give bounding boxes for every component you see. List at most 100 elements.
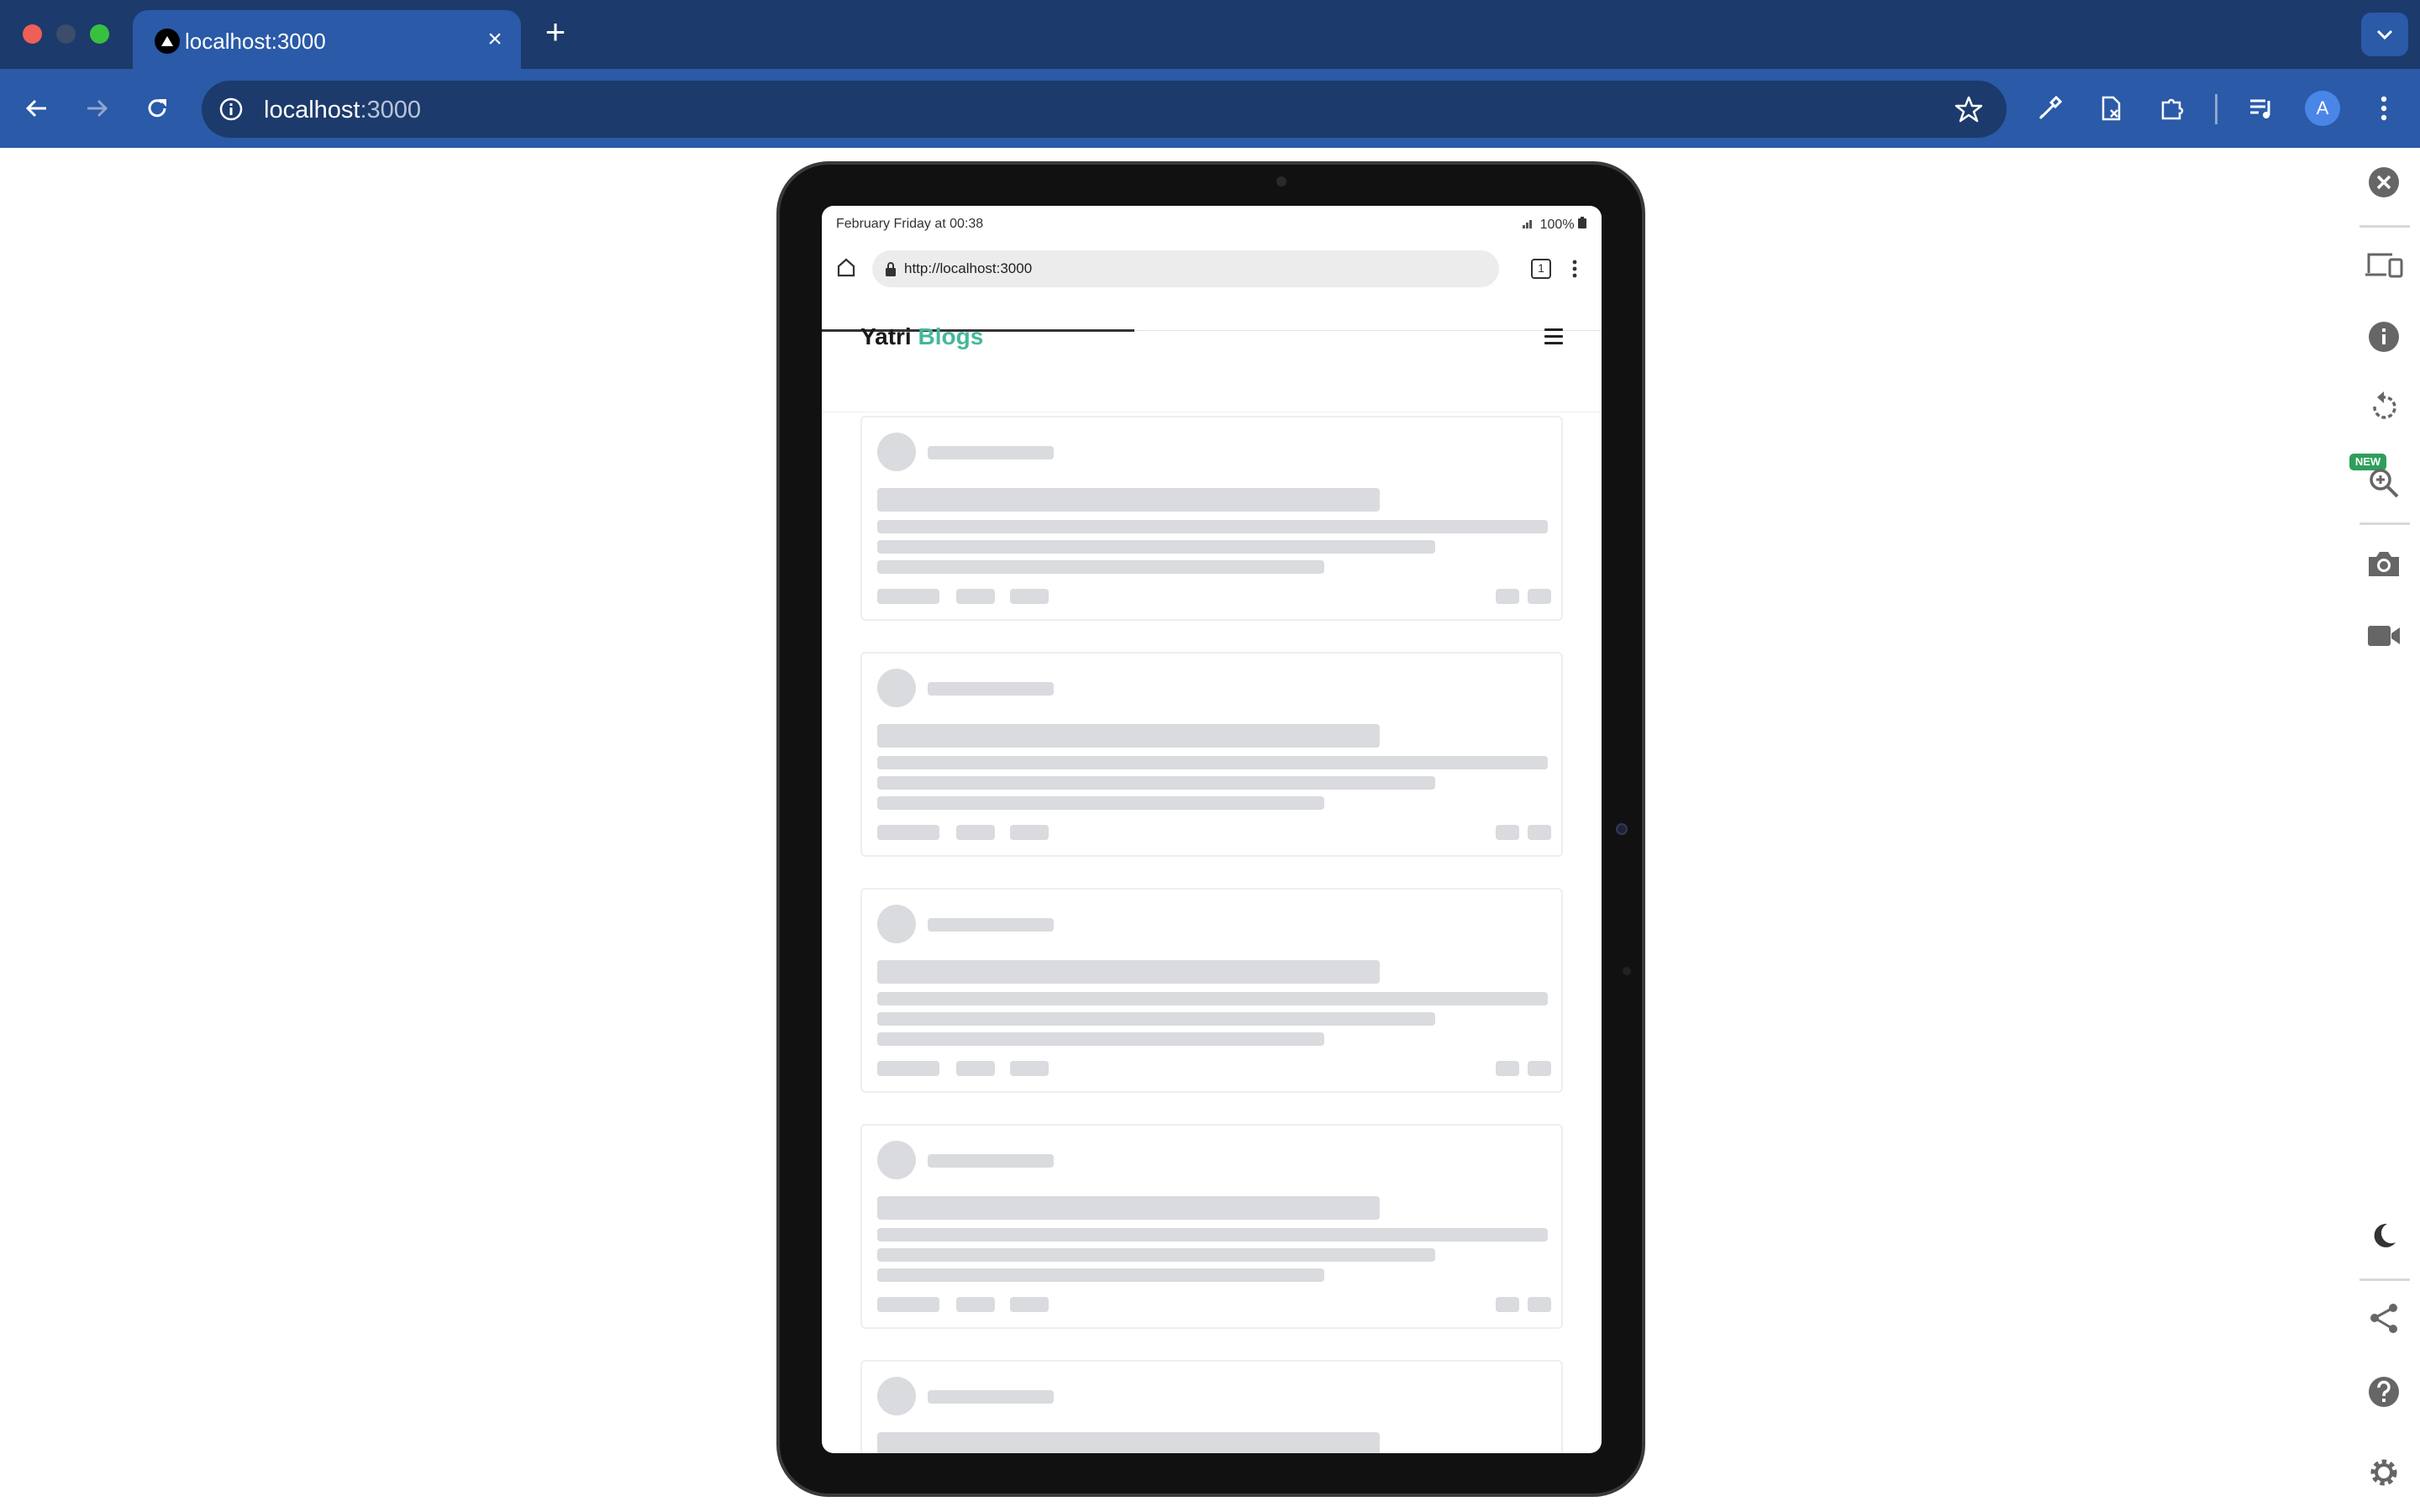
front-camera-icon xyxy=(1276,176,1286,186)
skeleton-tag xyxy=(956,1297,995,1312)
profile-avatar[interactable]: A xyxy=(2305,91,2340,126)
devices-icon[interactable] xyxy=(2363,244,2405,286)
skeleton-tag xyxy=(956,825,995,840)
back-button[interactable] xyxy=(16,87,58,129)
status-time: February Friday at 00:38 xyxy=(836,217,984,231)
reload-button[interactable] xyxy=(136,87,178,129)
skeleton-tag xyxy=(1010,825,1049,840)
skeleton-title xyxy=(877,488,1380,512)
device-screen: February Friday at 00:38 100% http://loc… xyxy=(822,206,1602,1453)
address-text[interactable]: localhost:3000 xyxy=(264,97,421,124)
sidebar-separator xyxy=(2360,225,2410,228)
site-info-icon[interactable] xyxy=(213,92,249,127)
camera-icon[interactable] xyxy=(2363,543,2405,585)
skeleton-action xyxy=(1496,1061,1519,1076)
info-icon[interactable] xyxy=(2363,316,2405,358)
eyedropper-extension-icon[interactable] xyxy=(2028,87,2070,129)
logo-accent-text: Blogs xyxy=(918,323,984,349)
side-sensor-icon xyxy=(1616,823,1628,835)
hamburger-menu-icon[interactable] xyxy=(1544,328,1563,345)
site-logo[interactable]: Yatri Blogs xyxy=(860,323,983,350)
mobile-menu-icon[interactable] xyxy=(1571,256,1578,281)
skeleton-tag xyxy=(1010,1297,1049,1312)
moon-icon[interactable] xyxy=(2363,1215,2405,1257)
skeleton-line xyxy=(877,1012,1435,1026)
zoom-icon[interactable] xyxy=(2363,460,2405,502)
video-icon[interactable] xyxy=(2363,615,2405,657)
skeleton-line xyxy=(877,1228,1548,1242)
help-icon[interactable] xyxy=(2363,1371,2405,1413)
skeleton-author xyxy=(928,1154,1054,1168)
skeleton-avatar xyxy=(877,1377,916,1415)
home-icon[interactable] xyxy=(835,256,860,281)
skeleton-tag xyxy=(956,589,995,604)
mobile-url-text: http://localhost:3000 xyxy=(904,260,1033,276)
skeleton-author xyxy=(928,682,1054,696)
skeleton-title xyxy=(877,1432,1380,1453)
tab-close-icon[interactable]: × xyxy=(481,25,509,54)
sidebar-separator xyxy=(2360,522,2410,525)
skeleton-tag xyxy=(877,825,939,840)
tab-title: localhost:3000 xyxy=(185,29,326,54)
skeleton-line xyxy=(877,756,1548,769)
skeleton-tag xyxy=(1010,1061,1049,1076)
skeleton-line xyxy=(877,540,1435,554)
sidebar-separator xyxy=(2360,1278,2410,1281)
media-controls-icon[interactable] xyxy=(2240,87,2282,129)
skeleton-action xyxy=(1496,825,1519,840)
battery-percent: 100% xyxy=(1539,218,1575,232)
post-skeleton-card xyxy=(860,1360,1563,1453)
skeleton-line xyxy=(877,520,1548,533)
post-skeleton-card xyxy=(860,1124,1563,1329)
document-extension-icon[interactable] xyxy=(2090,87,2132,129)
skeleton-author xyxy=(928,918,1054,932)
chevron-down-icon xyxy=(2376,29,2393,40)
share-icon[interactable] xyxy=(2363,1297,2405,1339)
skeleton-tag xyxy=(877,1061,939,1076)
toolbar-separator xyxy=(2215,94,2217,124)
browser-titlebar: localhost:3000 × + xyxy=(0,0,2420,69)
tab-search-button[interactable] xyxy=(2361,13,2408,56)
extensions-puzzle-icon[interactable] xyxy=(2151,87,2193,129)
skeleton-action xyxy=(1528,1061,1551,1076)
close-icon[interactable] xyxy=(2363,161,2405,203)
skeleton-avatar xyxy=(877,433,916,471)
window-close-button[interactable] xyxy=(23,24,42,44)
device-status-bar: February Friday at 00:38 100% xyxy=(822,206,1602,244)
browser-toolbar: localhost:3000 A xyxy=(0,69,2420,148)
mobile-tab-count-button[interactable]: 1 xyxy=(1531,259,1551,279)
url-port: :3000 xyxy=(360,97,422,123)
new-tab-button[interactable]: + xyxy=(538,14,573,50)
skeleton-action xyxy=(1528,589,1551,604)
address-bar[interactable]: localhost:3000 xyxy=(202,81,2007,138)
skeleton-avatar xyxy=(877,905,916,943)
post-skeleton-card xyxy=(860,888,1563,1093)
skeleton-action xyxy=(1496,589,1519,604)
post-skeleton-card xyxy=(860,416,1563,621)
bookmark-star-icon[interactable] xyxy=(1953,93,1985,125)
arrow-right-icon xyxy=(87,99,108,118)
post-skeleton-card xyxy=(860,652,1563,857)
settings-icon[interactable] xyxy=(2363,1452,2405,1494)
skeleton-line xyxy=(877,1248,1435,1262)
battery-icon xyxy=(1578,217,1586,228)
window-maximize-button[interactable] xyxy=(90,24,109,44)
forward-button[interactable] xyxy=(76,87,118,129)
arrow-left-icon xyxy=(25,99,46,118)
skeleton-action xyxy=(1528,1297,1551,1312)
logo-main-text: Yatri xyxy=(860,323,912,349)
skeleton-action xyxy=(1528,825,1551,840)
skeleton-action xyxy=(1496,1297,1519,1312)
vercel-favicon-icon xyxy=(155,29,180,54)
window-minimize-button[interactable] xyxy=(56,24,76,44)
browser-tab[interactable]: localhost:3000 × xyxy=(133,10,521,69)
skeleton-avatar xyxy=(877,1141,916,1179)
skeleton-title xyxy=(877,1196,1380,1220)
status-indicators: 100% xyxy=(1523,217,1586,233)
mobile-address-bar[interactable]: http://localhost:3000 xyxy=(872,250,1499,287)
rotate-icon[interactable] xyxy=(2363,386,2405,428)
skeleton-line xyxy=(877,776,1435,790)
skeleton-title xyxy=(877,960,1380,984)
skeleton-tag xyxy=(877,1297,939,1312)
browser-menu-icon[interactable] xyxy=(2363,87,2405,129)
